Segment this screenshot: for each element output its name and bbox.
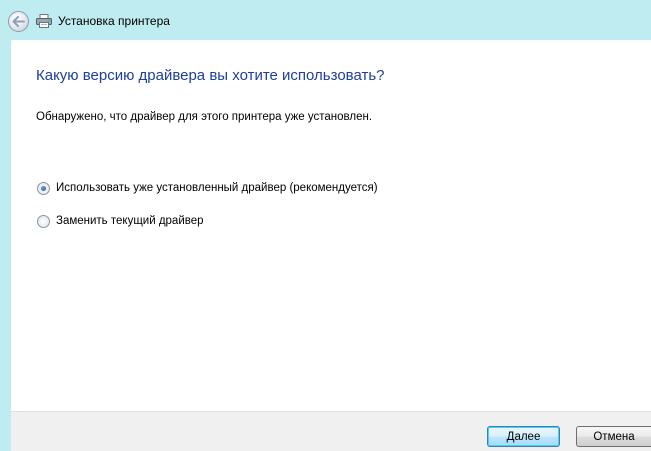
option-label: Использовать уже установленный драйвер (… [56,182,378,194]
wizard-footer: Далее Отмена [11,411,651,451]
option-replace-driver[interactable]: Заменить текущий драйвер [37,214,204,228]
printer-setup-window: Установка принтера Какую версию драйвера… [0,0,651,451]
title-bar: Установка принтера [0,0,651,40]
page-heading: Какую версию драйвера вы хотите использо… [36,67,385,84]
window-title: Установка принтера [58,14,170,28]
cancel-button[interactable]: Отмена [576,426,651,447]
option-label: Заменить текущий драйвер [56,215,204,227]
back-arrow-icon [12,16,25,27]
option-use-installed-driver[interactable]: Использовать уже установленный драйвер (… [37,181,378,195]
wizard-content: Какую версию драйвера вы хотите использо… [11,40,651,411]
page-description: Обнаружено, что драйвер для этого принте… [36,111,373,123]
radio-use-installed-driver[interactable] [37,181,50,195]
printer-icon [36,14,52,28]
next-button[interactable]: Далее [487,426,560,447]
radio-replace-driver[interactable] [37,214,50,228]
back-button[interactable] [8,11,29,32]
